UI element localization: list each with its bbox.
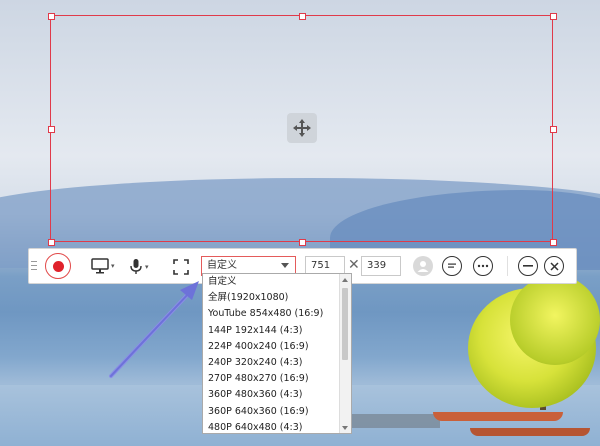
dropdown-option[interactable]: YouTube 854x480 (16:9) [203, 306, 351, 322]
dropdown-option[interactable]: 全屏(1920x1080) [203, 290, 351, 306]
scroll-down-icon[interactable] [342, 426, 348, 430]
background-pier [350, 414, 440, 428]
dropdown-option[interactable]: 240P 320x240 (4:3) [203, 355, 351, 371]
dropdown-option[interactable]: 224P 400x240 (16:9) [203, 339, 351, 355]
webcam-button[interactable] [413, 256, 433, 276]
monitor-icon [91, 258, 109, 274]
scrollbar-thumb[interactable] [342, 288, 348, 360]
height-value: 339 [367, 260, 387, 271]
audio-source-button[interactable]: ▾ [129, 258, 149, 275]
height-input[interactable]: 339 [361, 256, 401, 276]
record-icon [52, 260, 64, 272]
width-value: 751 [311, 260, 331, 271]
chevron-down-icon [281, 263, 289, 268]
webcam-icon [417, 261, 429, 272]
resize-handle-bottom-left[interactable] [48, 239, 55, 246]
more-icon [477, 264, 489, 268]
comment-icon [448, 263, 456, 268]
size-preset-dropdown: 自定义 全屏(1920x1080) YouTube 854x480 (16:9) 14… [202, 273, 352, 434]
resize-handle-top-right[interactable] [550, 13, 557, 20]
resize-handle-top[interactable] [299, 13, 306, 20]
move-arrows-icon[interactable] [287, 113, 317, 143]
chevron-down-icon: ▾ [111, 262, 115, 270]
dropdown-option[interactable]: 360P 640x360 (16:9) [203, 404, 351, 420]
close-button[interactable] [544, 256, 564, 276]
microphone-icon [130, 259, 142, 274]
drag-grip-icon[interactable] [31, 260, 37, 272]
dropdown-option[interactable]: 270P 480x270 (16:9) [203, 371, 351, 387]
dimension-separator: ✕ [348, 257, 360, 273]
size-preset-options: 自定义 全屏(1920x1080) YouTube 854x480 (16:9) 14… [203, 274, 351, 433]
resize-handle-right[interactable] [550, 126, 557, 133]
minimize-button[interactable] [518, 256, 538, 276]
record-button[interactable] [45, 253, 71, 279]
close-icon [549, 261, 559, 271]
dropdown-option[interactable]: 自定义 [203, 274, 351, 290]
background-tree [510, 275, 600, 365]
fullscreen-icon [173, 259, 189, 275]
dropdown-option[interactable]: 360P 480x360 (4:3) [203, 387, 351, 403]
toolbar-divider [507, 256, 508, 276]
dropdown-option[interactable]: 144P 192x144 (4:3) [203, 323, 351, 339]
resize-handle-bottom[interactable] [299, 239, 306, 246]
resize-handle-top-left[interactable] [48, 13, 55, 20]
scroll-up-icon[interactable] [342, 278, 348, 282]
more-options-button[interactable] [473, 256, 493, 276]
fullscreen-button[interactable] [172, 258, 190, 276]
resize-handle-left[interactable] [48, 126, 55, 133]
background-boat [433, 412, 563, 421]
dropdown-scrollbar[interactable] [339, 274, 351, 433]
screen-source-button[interactable]: ▾ [91, 258, 115, 274]
minimize-icon [523, 265, 533, 267]
size-preset-value: 自定义 [207, 260, 237, 271]
dropdown-option[interactable]: 480P 640x480 (4:3) [203, 420, 351, 433]
background-boat [470, 428, 590, 436]
annotation-button[interactable] [442, 256, 462, 276]
chevron-down-icon: ▾ [145, 262, 149, 271]
resize-handle-bottom-right[interactable] [550, 239, 557, 246]
